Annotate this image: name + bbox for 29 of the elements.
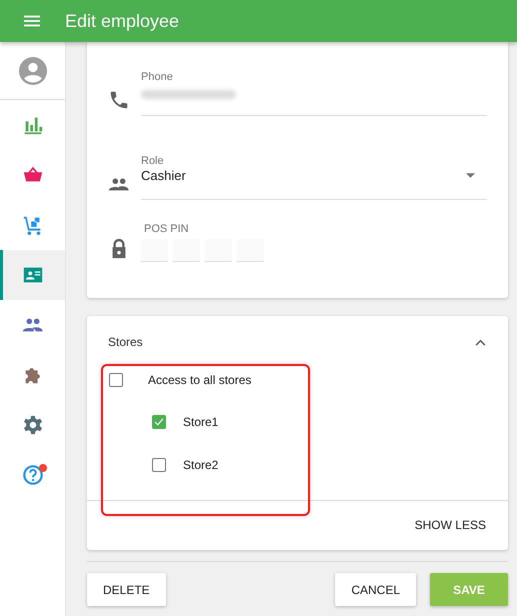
pin-digit-field[interactable] bbox=[237, 239, 264, 262]
role-select[interactable]: Role Cashier bbox=[141, 153, 487, 200]
menu-icon[interactable] bbox=[24, 15, 40, 27]
pin-digit-field[interactable] bbox=[205, 239, 232, 262]
page-title: Edit employee bbox=[65, 10, 180, 32]
sidebar-item[interactable] bbox=[0, 250, 65, 300]
field-label: POS PIN bbox=[144, 223, 190, 235]
field-label: Phone bbox=[141, 71, 174, 83]
settings-icon bbox=[22, 414, 44, 436]
caret-icon bbox=[466, 172, 475, 178]
pin-digit-field[interactable] bbox=[141, 239, 168, 262]
checkbox-label: Store1 bbox=[183, 415, 218, 430]
checkbox[interactable] bbox=[152, 458, 166, 472]
cart-icon bbox=[22, 214, 44, 236]
show-less-button[interactable]: SHOW LESS bbox=[408, 512, 492, 538]
checkbox-label: Access to all stores bbox=[148, 373, 252, 388]
avatar-icon[interactable] bbox=[18, 56, 46, 84]
cancel-button[interactable]: CANCEL bbox=[335, 573, 416, 606]
card-title: Stores bbox=[108, 335, 143, 349]
delete-button[interactable]: DELETE bbox=[87, 573, 166, 606]
field-value: Cashier bbox=[141, 168, 186, 183]
checkbox[interactable] bbox=[152, 415, 166, 430]
pin-digit-field[interactable] bbox=[173, 239, 200, 262]
checkbox[interactable] bbox=[109, 373, 123, 388]
help-icon bbox=[22, 464, 44, 486]
checkbox-label: Store2 bbox=[183, 458, 218, 472]
field-label: Role bbox=[141, 155, 165, 167]
phone-field[interactable]: Phone bbox=[141, 69, 487, 116]
chevron-icon[interactable] bbox=[475, 338, 486, 346]
